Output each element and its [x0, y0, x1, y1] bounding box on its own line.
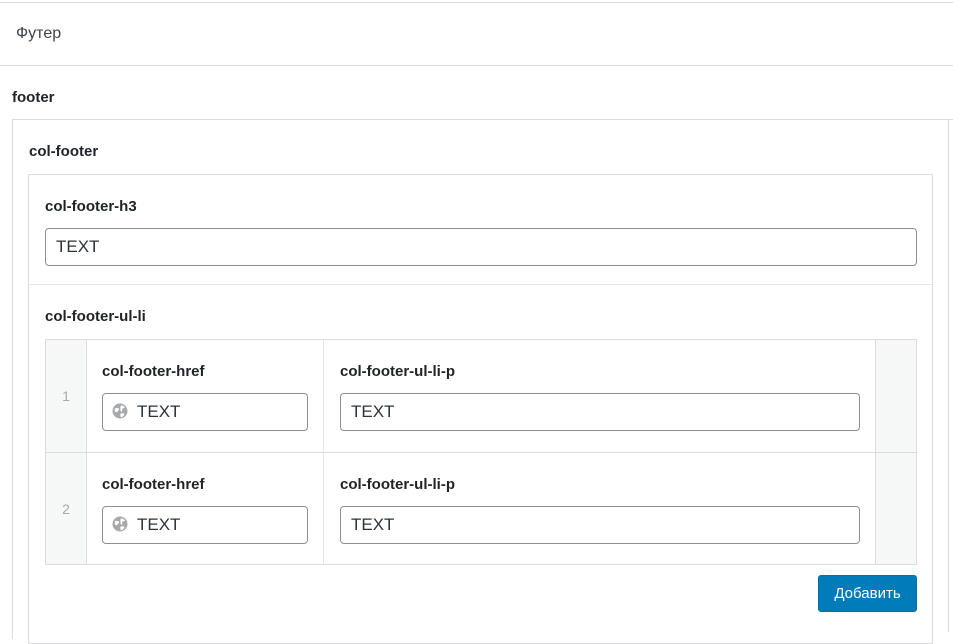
col-footer-h3-label: col-footer-h3 — [45, 198, 137, 215]
field-divider — [29, 284, 932, 285]
row-remove-handle[interactable] — [875, 340, 916, 452]
col-footer-href-input[interactable] — [102, 393, 308, 431]
col-footer-ul-li-repeater: 1 col-footer-href col-footer-ul-li-p 2 c… — [45, 339, 917, 565]
repeater-row: 1 col-footer-href col-footer-ul-li-p — [46, 340, 916, 452]
row-number: 2 — [62, 500, 70, 517]
row-column-divider — [323, 453, 324, 564]
col-footer-ul-li-label: col-footer-ul-li — [45, 308, 146, 325]
col-footer-href-label: col-footer-href — [102, 476, 205, 493]
row-order-handle[interactable]: 1 — [46, 340, 87, 452]
footer-group-right-border — [948, 119, 949, 632]
col-footer-label: col-footer — [29, 143, 99, 160]
col-footer-href-field — [102, 506, 308, 544]
row-column-divider — [323, 340, 324, 452]
col-footer-href-field — [102, 393, 308, 431]
row-number: 1 — [62, 388, 70, 404]
section-header: Футер — [0, 3, 953, 66]
globe-icon — [112, 516, 128, 532]
col-footer-ul-li-p-label: col-footer-ul-li-p — [340, 476, 455, 493]
globe-icon — [112, 403, 128, 419]
col-footer-href-input[interactable] — [102, 506, 308, 544]
col-footer-ul-li-p-label: col-footer-ul-li-p — [340, 363, 455, 380]
footer-group-label: footer — [12, 89, 55, 106]
section-title: Футер — [16, 25, 62, 42]
col-footer-ul-li-p-input[interactable] — [340, 393, 860, 431]
row-remove-handle[interactable] — [875, 453, 916, 564]
col-footer-href-label: col-footer-href — [102, 363, 205, 380]
add-row-button[interactable]: Добавить — [818, 575, 917, 612]
col-footer-h3-input[interactable] — [45, 228, 917, 266]
col-footer-ul-li-p-input[interactable] — [340, 506, 860, 544]
row-order-handle[interactable]: 2 — [46, 453, 87, 564]
repeater-row: 2 col-footer-href col-footer-ul-li-p — [46, 452, 916, 564]
